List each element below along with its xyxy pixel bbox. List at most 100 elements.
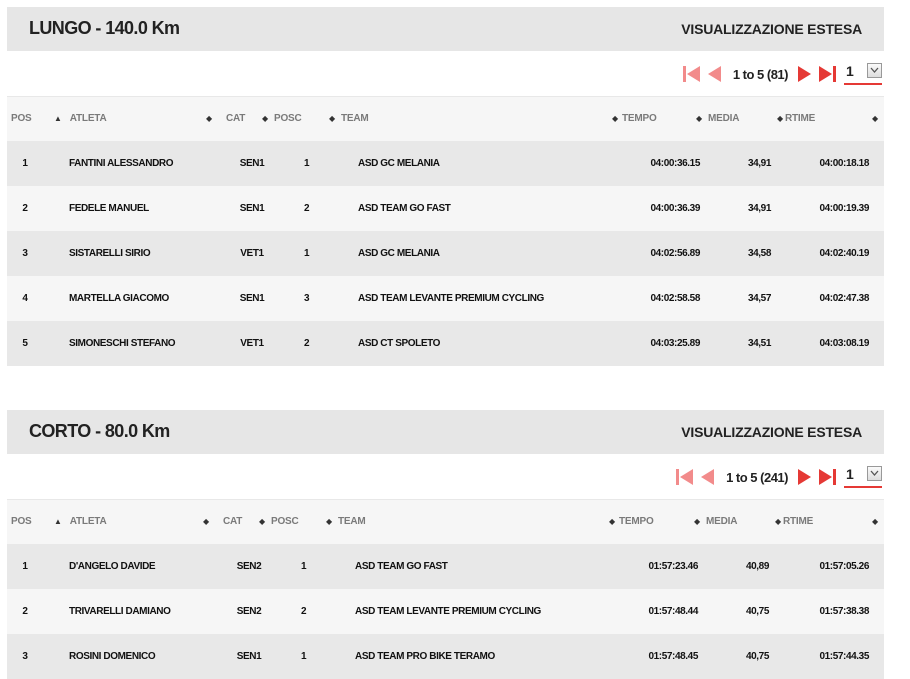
next-page-icon[interactable] <box>794 466 816 488</box>
last-page-icon[interactable] <box>816 466 838 488</box>
table-row[interactable]: 1 D'ANGELO DAVIDE SEN2 1 ASD TEAM GO FAS… <box>7 543 884 589</box>
table-header-row: POS ▲ ATLETA ◆ CAT ◆ POSC ◆ TEAM ◆ TEMPO ◆ MED… <box>7 499 884 544</box>
cell-cat: SEN1 <box>239 157 265 169</box>
table-row[interactable]: 5 SIMONESCHI STEFANO VET1 2 ASD CT SPOLE… <box>7 320 884 366</box>
pagination-range-text: 1 to 5 (241) <box>726 469 788 485</box>
col-header-rtime[interactable]: RTIME ◆ <box>785 97 884 141</box>
first-page-icon[interactable] <box>681 63 703 85</box>
table-header-row: POS ▲ ATLETA ◆ CAT ◆ POSC ◆ TEAM ◆ TEMPO ◆ MED… <box>7 96 884 141</box>
cell-rtime: 04:02:40.19 <box>819 247 869 259</box>
col-header-team[interactable]: TEAM ◆ <box>338 500 619 544</box>
section-title: CORTO - 80.0 Km <box>29 421 170 441</box>
prev-page-icon[interactable] <box>696 466 718 488</box>
sort-icon: ◆ <box>259 517 265 527</box>
table-row[interactable]: 2 TRIVARELLI DAMIANO SEN2 2 ASD TEAM LEV… <box>7 588 884 634</box>
cell-atleta: TRIVARELLI DAMIANO <box>69 605 171 617</box>
cell-atleta: SISTARELLI SIRIO <box>69 247 151 259</box>
col-header-cat[interactable]: CAT ◆ <box>213 500 271 544</box>
table-row[interactable]: 3 SISTARELLI SIRIO VET1 1 ASD GC MELANIA… <box>7 230 884 276</box>
sort-icon: ◆ <box>775 517 781 527</box>
col-header-posc[interactable]: POSC ◆ <box>271 500 338 544</box>
cell-cat: SEN1 <box>236 650 262 662</box>
cell-posc: 1 <box>304 157 310 169</box>
cell-media: 40,75 <box>745 650 769 662</box>
cell-tempo: 01:57:23.46 <box>648 560 698 572</box>
page-select-value: 1 <box>846 466 854 482</box>
cell-tempo: 01:57:48.45 <box>648 650 698 662</box>
cell-tempo: 04:00:36.15 <box>650 157 700 169</box>
cell-media: 40,75 <box>745 605 769 617</box>
cell-team: ASD GC MELANIA <box>358 247 440 259</box>
cell-cat: VET1 <box>240 247 264 259</box>
sort-icon: ◆ <box>612 114 618 124</box>
section-header: CORTO - 80.0 Km VISUALIZZAZIONE ESTESA <box>7 410 884 454</box>
cell-posc: 2 <box>304 337 310 349</box>
cell-tempo: 01:57:48.44 <box>648 605 698 617</box>
cell-posc: 1 <box>301 560 307 572</box>
pagination-bar: 1 to 5 (241) 1 <box>7 454 884 499</box>
prev-page-icon[interactable] <box>703 63 725 85</box>
col-header-pos[interactable]: POS <box>7 97 55 141</box>
cell-cat: SEN1 <box>239 292 265 304</box>
cell-rtime: 01:57:38.38 <box>819 605 869 617</box>
page-select[interactable]: 1 <box>844 466 882 488</box>
page-select-value: 1 <box>846 63 854 79</box>
page-select[interactable]: 1 <box>844 63 882 85</box>
col-header-media[interactable]: MEDIA ◆ <box>708 97 785 141</box>
col-header-media[interactable]: MEDIA ◆ <box>706 500 783 544</box>
extended-view-link[interactable]: VISUALIZZAZIONE ESTESA <box>681 424 862 440</box>
cell-team: ASD TEAM PRO BIKE TERAMO <box>355 650 495 662</box>
table-row[interactable]: 2 FEDELE MANUEL SEN1 2 ASD TEAM GO FAST … <box>7 185 884 231</box>
table-row[interactable]: 3 ROSINI DOMENICO SEN1 1 ASD TEAM PRO BI… <box>7 633 884 679</box>
col-header-atleta[interactable]: ▲ ATLETA ◆ <box>54 500 213 544</box>
chevron-down-icon[interactable] <box>867 63 882 78</box>
cell-team: ASD GC MELANIA <box>358 157 440 169</box>
cell-atleta: FANTINI ALESSANDRO <box>69 157 174 169</box>
cell-pos: 4 <box>22 292 28 304</box>
cell-pos: 5 <box>22 337 28 349</box>
cell-rtime: 01:57:44.35 <box>819 650 869 662</box>
col-header-tempo[interactable]: TEMPO ◆ <box>622 97 708 141</box>
sort-icon: ◆ <box>326 517 332 527</box>
table-row[interactable]: 4 MARTELLA GIACOMO SEN1 3 ASD TEAM LEVAN… <box>7 275 884 321</box>
cell-rtime: 04:02:47.38 <box>819 292 869 304</box>
cell-tempo: 04:00:36.39 <box>650 202 700 214</box>
sort-icon: ◆ <box>872 517 878 527</box>
results-section-lungo: LUNGO - 140.0 Km VISUALIZZAZIONE ESTESA … <box>7 7 884 366</box>
cell-rtime: 04:00:18.18 <box>819 157 869 169</box>
sort-icon: ◆ <box>609 517 615 527</box>
cell-atleta: FEDELE MANUEL <box>69 202 149 214</box>
cell-team: ASD TEAM GO FAST <box>355 560 448 572</box>
cell-rtime: 04:03:08.19 <box>819 337 869 349</box>
cell-posc: 2 <box>301 605 307 617</box>
cell-atleta: D'ANGELO DAVIDE <box>69 560 156 572</box>
col-header-rtime[interactable]: RTIME ◆ <box>783 500 884 544</box>
cell-media: 34,57 <box>747 292 771 304</box>
col-header-cat[interactable]: CAT ◆ <box>216 97 274 141</box>
chevron-down-icon[interactable] <box>867 466 882 481</box>
cell-rtime: 04:00:19.39 <box>819 202 869 214</box>
last-page-icon[interactable] <box>816 63 838 85</box>
cell-atleta: ROSINI DOMENICO <box>69 650 156 662</box>
col-header-tempo[interactable]: TEMPO ◆ <box>619 500 706 544</box>
col-header-pos[interactable]: POS <box>7 500 55 544</box>
results-section-corto: CORTO - 80.0 Km VISUALIZZAZIONE ESTESA 1… <box>7 410 884 679</box>
results-table: POS ▲ ATLETA ◆ CAT ◆ POSC ◆ TEAM ◆ TEMPO ◆ MED… <box>7 499 884 679</box>
cell-media: 34,91 <box>747 157 771 169</box>
cell-pos: 3 <box>22 247 28 259</box>
sort-icon: ◆ <box>329 114 335 124</box>
cell-cat: VET1 <box>240 337 264 349</box>
col-header-posc[interactable]: POSC ◆ <box>274 97 341 141</box>
first-page-icon[interactable] <box>674 466 696 488</box>
next-page-icon[interactable] <box>794 63 816 85</box>
col-header-atleta[interactable]: ▲ ATLETA ◆ <box>54 97 216 141</box>
col-header-team[interactable]: TEAM ◆ <box>341 97 622 141</box>
table-row[interactable]: 1 FANTINI ALESSANDRO SEN1 1 ASD GC MELAN… <box>7 140 884 186</box>
cell-tempo: 04:02:58.58 <box>650 292 700 304</box>
extended-view-link[interactable]: VISUALIZZAZIONE ESTESA <box>681 21 862 37</box>
sort-icon: ◆ <box>262 114 268 124</box>
cell-posc: 1 <box>301 650 307 662</box>
cell-atleta: SIMONESCHI STEFANO <box>69 337 176 349</box>
cell-atleta: MARTELLA GIACOMO <box>69 292 169 304</box>
cell-pos: 1 <box>22 157 28 169</box>
